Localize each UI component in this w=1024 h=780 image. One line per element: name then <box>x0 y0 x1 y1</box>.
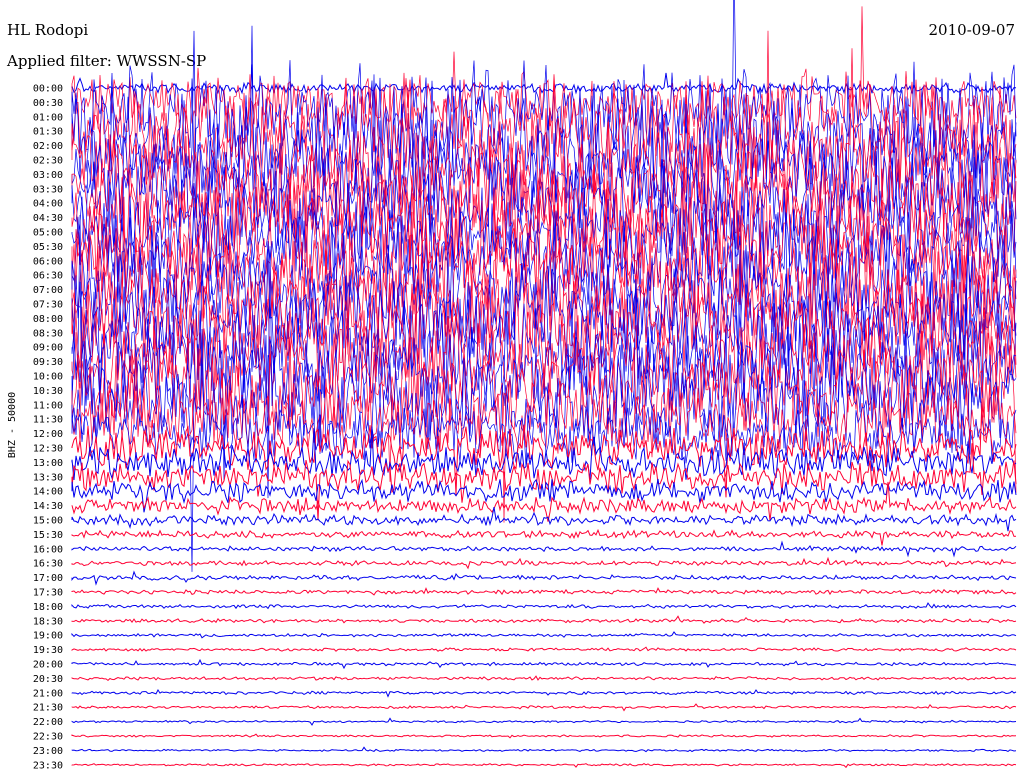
time-tick-label: 12:30 <box>33 444 63 455</box>
time-tick-label: 05:00 <box>33 228 63 239</box>
time-tick-label: 04:00 <box>33 199 63 210</box>
time-tick-label: 17:30 <box>33 588 63 599</box>
trace-line <box>71 746 1017 753</box>
time-tick-label: 14:30 <box>33 501 63 512</box>
time-tick-label: 06:00 <box>33 256 63 267</box>
trace-line <box>71 25 1017 204</box>
time-tick-label: 02:00 <box>33 141 63 152</box>
time-tick-label: 01:30 <box>33 127 63 138</box>
filter-label: Applied filter: WWSSN-SP <box>6 52 206 70</box>
time-tick-label: 23:00 <box>33 746 63 757</box>
time-tick-label: 01:00 <box>33 112 63 123</box>
trace-line <box>71 717 1017 726</box>
time-tick-label: 03:00 <box>33 170 63 181</box>
time-tick-label: 21:00 <box>33 688 63 699</box>
trace-line <box>71 615 1017 624</box>
time-tick-label: 10:30 <box>33 386 63 397</box>
time-tick-label: 07:00 <box>33 285 63 296</box>
time-tick-label: 18:00 <box>33 602 63 613</box>
time-tick-label: 19:00 <box>33 631 63 642</box>
time-tick-label: 14:00 <box>33 487 63 498</box>
trace-line <box>71 703 1017 712</box>
date-label: 2010-09-07 <box>929 21 1015 39</box>
trace-line <box>71 570 1017 586</box>
time-tick-label: 10:00 <box>33 372 63 383</box>
time-tick-label: 23:30 <box>33 760 63 771</box>
time-tick-label: 13:00 <box>33 458 63 469</box>
time-tick-label: 00:30 <box>33 98 63 109</box>
time-tick-label: 20:30 <box>33 674 63 685</box>
time-tick-label: 18:30 <box>33 616 63 627</box>
trace-line <box>71 556 1017 570</box>
trace-line <box>71 675 1017 682</box>
trace-line <box>71 246 1017 572</box>
time-tick-label: 02:30 <box>33 156 63 167</box>
trace-line <box>71 646 1017 652</box>
trace-line <box>71 540 1017 558</box>
time-tick-label: 15:00 <box>33 516 63 527</box>
trace-line <box>71 763 1017 769</box>
time-tick-label: 08:00 <box>33 314 63 325</box>
time-tick-label: 13:30 <box>33 472 63 483</box>
time-tick-label: 04:30 <box>33 213 63 224</box>
time-tick-label: 19:30 <box>33 645 63 656</box>
time-tick-label: 22:00 <box>33 717 63 728</box>
time-tick-label: 07:30 <box>33 300 63 311</box>
time-tick-label: 17:00 <box>33 573 63 584</box>
time-tick-label: 12:00 <box>33 429 63 440</box>
trace-line <box>71 689 1017 698</box>
time-tick-label: 20:00 <box>33 660 63 671</box>
trace-line <box>71 602 1017 610</box>
time-tick-label: 22:30 <box>33 732 63 743</box>
trace-lines-group <box>71 0 1017 769</box>
time-tick-label: 11:30 <box>33 415 63 426</box>
time-tick-label: 00:00 <box>33 84 63 95</box>
trace-line <box>71 528 1017 546</box>
trace-line <box>71 658 1017 670</box>
time-tick-label: 09:00 <box>33 343 63 354</box>
time-tick-labels-group: 00:00 00:30 01:00 01:30 02:00 02:30 03:00 03:30… <box>33 84 63 772</box>
time-tick-label: 11:00 <box>33 400 63 411</box>
trace-line <box>71 631 1017 639</box>
time-tick-label: 09:30 <box>33 357 63 368</box>
time-tick-label: 16:00 <box>33 544 63 555</box>
helicorder-chart: HL Rodopi Applied filter: WWSSN-SP 2010-… <box>6 0 1017 772</box>
time-tick-label: 16:30 <box>33 559 63 570</box>
time-tick-label: 15:30 <box>33 530 63 541</box>
time-tick-label: 05:30 <box>33 242 63 253</box>
time-tick-label: 21:30 <box>33 703 63 714</box>
time-tick-label: 08:30 <box>33 328 63 339</box>
y-axis-label: BHZ - 50000 <box>7 392 18 458</box>
trace-line <box>71 72 1017 95</box>
trace-line <box>71 733 1017 739</box>
time-tick-label: 03:30 <box>33 184 63 195</box>
time-tick-label: 06:30 <box>33 271 63 282</box>
trace-line <box>71 587 1017 596</box>
station-title: HL Rodopi <box>7 21 88 39</box>
